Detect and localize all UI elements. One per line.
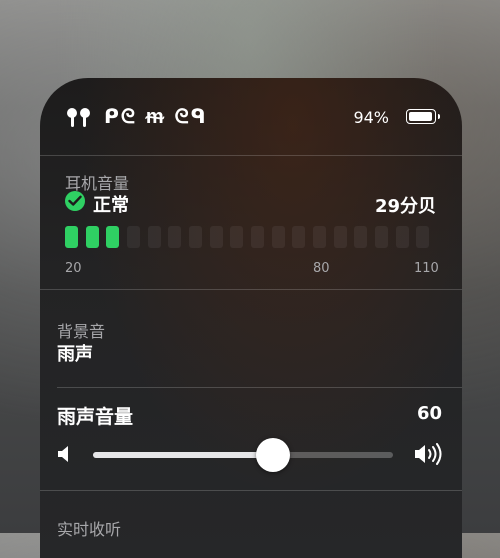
rain-volume-slider[interactable] xyxy=(93,438,393,472)
meter-segment xyxy=(127,226,140,248)
checkmark-circle-icon xyxy=(65,191,85,211)
meter-segment xyxy=(292,226,306,248)
meter-segment xyxy=(395,226,409,248)
scale-tick-min: 20 xyxy=(65,261,82,276)
scale-tick-mid: 80 xyxy=(313,261,330,276)
meter-segment xyxy=(354,226,368,248)
meter-segment xyxy=(251,226,264,248)
battery-percent: 94% xyxy=(353,108,389,127)
decibel-meter xyxy=(65,226,437,248)
scale-tick-max: 110 xyxy=(414,261,439,276)
meter-segment xyxy=(106,226,120,248)
meter-segment xyxy=(313,226,326,248)
meter-segment xyxy=(85,226,99,248)
slider-knob[interactable] xyxy=(256,438,290,472)
meter-segment xyxy=(271,226,285,248)
meter-segment xyxy=(230,226,244,248)
meter-segment xyxy=(416,226,430,248)
divider xyxy=(57,387,462,388)
live-listen-label[interactable]: 实时收听 xyxy=(57,516,121,540)
battery-icon xyxy=(406,109,440,124)
meter-segment xyxy=(65,226,78,248)
rain-volume-label: 雨声音量 xyxy=(57,406,134,428)
device-name: ᑭᘓ ᵯ ᘓᑫ xyxy=(104,104,208,128)
background-sounds-label: 背景音 xyxy=(57,322,106,341)
speaker-high-icon[interactable] xyxy=(414,442,444,470)
divider xyxy=(40,289,462,290)
meter-segment xyxy=(209,226,223,248)
meter-segment xyxy=(189,226,202,248)
rain-volume-value: 60 xyxy=(416,403,442,424)
divider xyxy=(40,155,462,156)
meter-segment xyxy=(375,226,388,248)
meter-segment xyxy=(333,226,347,248)
meter-segment xyxy=(168,226,182,248)
divider xyxy=(40,490,462,491)
speaker-low-icon[interactable] xyxy=(57,445,71,467)
panel-header: ᑭᘓ ᵯ ᘓᑫ 94% xyxy=(40,78,462,156)
meter-segment xyxy=(147,226,161,248)
hearing-control-panel: ᑭᘓ ᵯ ᘓᑫ 94% 耳机音量 正常 29分贝 20 80 110 背景音 雨… xyxy=(40,78,462,558)
background-sounds-value: 雨声 xyxy=(57,344,93,365)
headphone-audio-level: 29分贝 xyxy=(374,196,436,217)
airpods-icon xyxy=(66,107,92,129)
headphone-audio-status: 正常 xyxy=(93,195,129,216)
